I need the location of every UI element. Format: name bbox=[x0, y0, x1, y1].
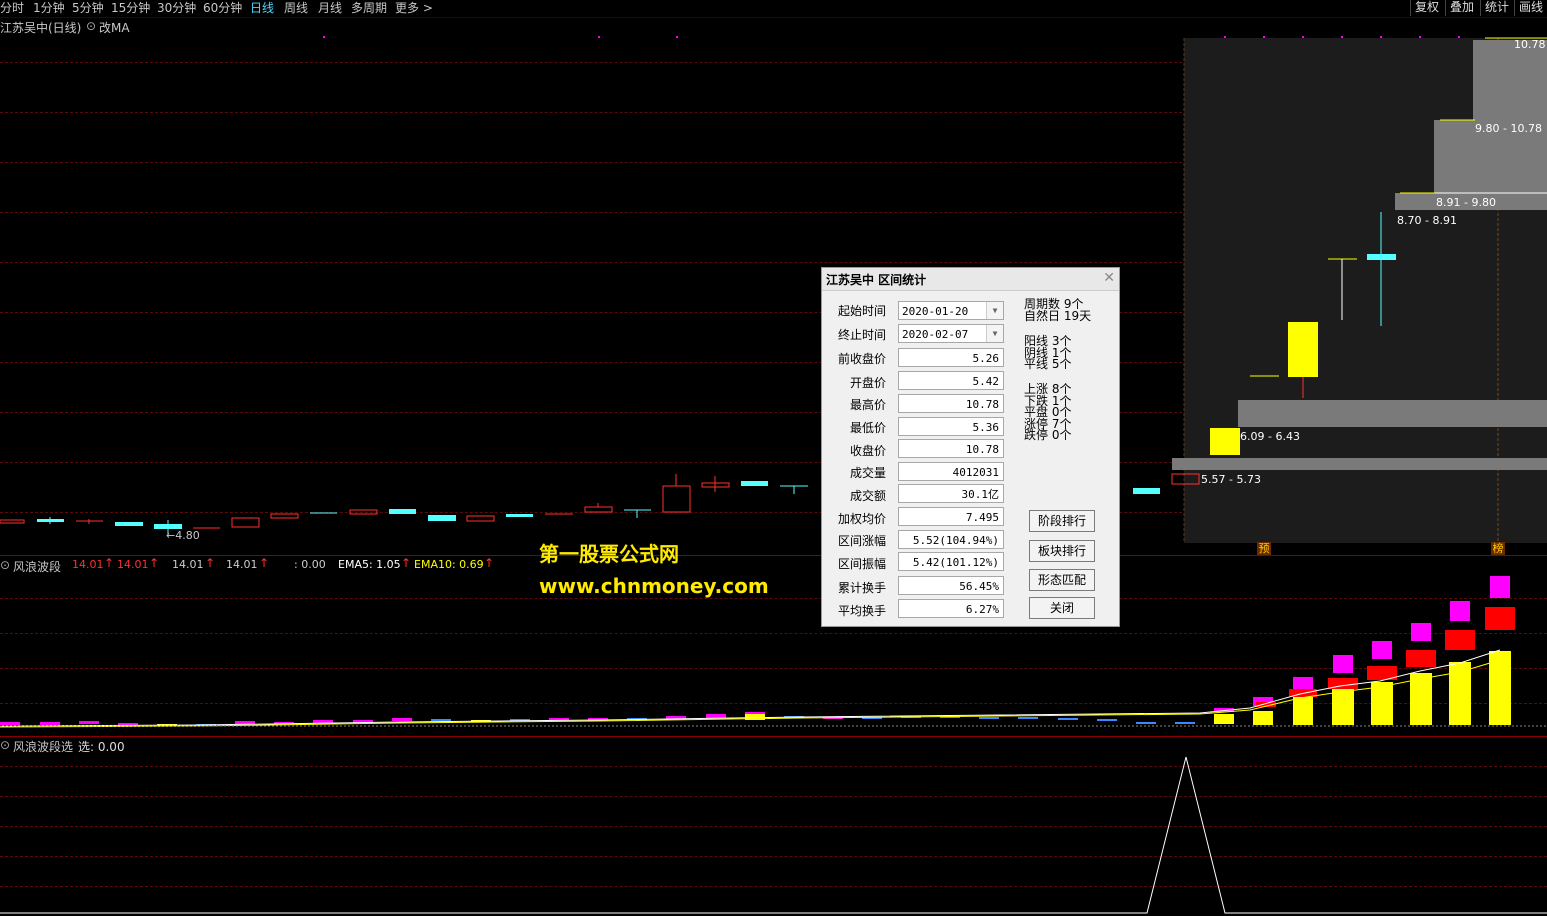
stage-ranking-button[interactable]: 阶段排行 bbox=[1029, 510, 1095, 532]
stat-natural-days: 自然日 19天 bbox=[1024, 309, 1092, 323]
close-button[interactable]: 关闭 bbox=[1029, 597, 1095, 619]
indicator-bars bbox=[1214, 576, 1515, 725]
watermark-title: 第一股票公式网 bbox=[539, 542, 679, 566]
stat-limit-down: 跌停 0个 bbox=[1024, 428, 1072, 442]
prev-close-label: 前收盘价 bbox=[837, 352, 886, 366]
low-field[interactable]: 5.36 bbox=[898, 417, 1004, 436]
wave-band-indicator[interactable] bbox=[0, 556, 1547, 736]
start-time-select[interactable]: 2020-01-20 ▼ bbox=[898, 301, 1004, 320]
range-change-field[interactable]: 5.52(104.94%) bbox=[898, 530, 1004, 549]
turnover-amount-label: 成交额 bbox=[849, 489, 886, 503]
vwap-label: 加权均价 bbox=[837, 512, 886, 526]
range-label-2: 9.80 - 10.78 bbox=[1475, 122, 1542, 135]
start-time-value: 2020-01-20 bbox=[902, 305, 969, 318]
watermark-url: www.chnmoney.com bbox=[539, 574, 769, 598]
stat-flat: 平线 5个 bbox=[1024, 357, 1072, 371]
end-time-value: 2020-02-07 bbox=[902, 328, 969, 341]
pattern-match-button[interactable]: 形态匹配 bbox=[1029, 569, 1095, 591]
range-label-6: 5.57 - 5.73 bbox=[1201, 473, 1261, 486]
close-price-label: 收盘价 bbox=[849, 444, 886, 458]
range-label-5: 6.09 - 6.43 bbox=[1240, 430, 1300, 443]
range-label-3: 8.91 - 9.80 bbox=[1436, 196, 1496, 209]
forecast-tag[interactable]: 预 bbox=[1257, 542, 1271, 555]
close-price-field[interactable]: 10.78 bbox=[898, 439, 1004, 458]
ranking-tag[interactable]: 榜 bbox=[1491, 542, 1505, 555]
open-label: 开盘价 bbox=[849, 376, 886, 390]
open-field[interactable]: 5.42 bbox=[898, 371, 1004, 390]
candlestick-chart[interactable] bbox=[0, 0, 1547, 556]
chevron-down-icon[interactable]: ▼ bbox=[986, 302, 1003, 319]
amplitude-label: 区间振幅 bbox=[837, 557, 886, 571]
interval-stats-dialog: 江苏吴中 区间统计 ✕ 起始时间 2020-01-20 ▼ 终止时间 2020-0… bbox=[821, 267, 1120, 627]
high-field[interactable]: 10.78 bbox=[898, 394, 1004, 413]
range-label-4: 8.70 - 8.91 bbox=[1397, 214, 1457, 227]
vwap-field[interactable]: 7.495 bbox=[898, 507, 1004, 526]
prev-close-field[interactable]: 5.26 bbox=[898, 348, 1004, 367]
dialog-title: 江苏吴中 区间统计 bbox=[826, 273, 927, 287]
small-bars bbox=[0, 712, 1195, 726]
chevron-down-icon[interactable]: ▼ bbox=[986, 325, 1003, 342]
cum-turnover-label: 累计换手 bbox=[837, 581, 886, 595]
top-signal-dots bbox=[323, 36, 1460, 38]
selection-indicator[interactable] bbox=[0, 737, 1547, 916]
high-label: 最高价 bbox=[849, 398, 886, 412]
sector-ranking-button[interactable]: 板块排行 bbox=[1029, 540, 1095, 562]
volume-label: 成交量 bbox=[849, 466, 886, 480]
volume-field[interactable]: 4012031 bbox=[898, 462, 1004, 481]
low-price-marker: ←4.80 bbox=[166, 529, 200, 542]
selection-line bbox=[0, 756, 1547, 914]
range-change-label: 区间涨幅 bbox=[837, 534, 886, 548]
close-icon[interactable]: ✕ bbox=[1103, 270, 1115, 286]
amplitude-field[interactable]: 5.42(101.12%) bbox=[898, 552, 1004, 571]
turnover-amount-field[interactable]: 30.1亿 bbox=[898, 484, 1004, 503]
cum-turnover-field[interactable]: 56.45% bbox=[898, 576, 1004, 595]
avg-turnover-field[interactable]: 6.27% bbox=[898, 599, 1004, 618]
end-time-select[interactable]: 2020-02-07 ▼ bbox=[898, 324, 1004, 343]
start-time-label: 起始时间 bbox=[837, 304, 886, 318]
low-label: 最低价 bbox=[849, 421, 886, 435]
end-time-label: 终止时间 bbox=[837, 328, 886, 342]
dialog-titlebar[interactable]: 江苏吴中 区间统计 ✕ bbox=[822, 268, 1119, 291]
avg-turnover-label: 平均换手 bbox=[837, 604, 886, 618]
range-label-1: 10.78 bbox=[1514, 38, 1546, 51]
